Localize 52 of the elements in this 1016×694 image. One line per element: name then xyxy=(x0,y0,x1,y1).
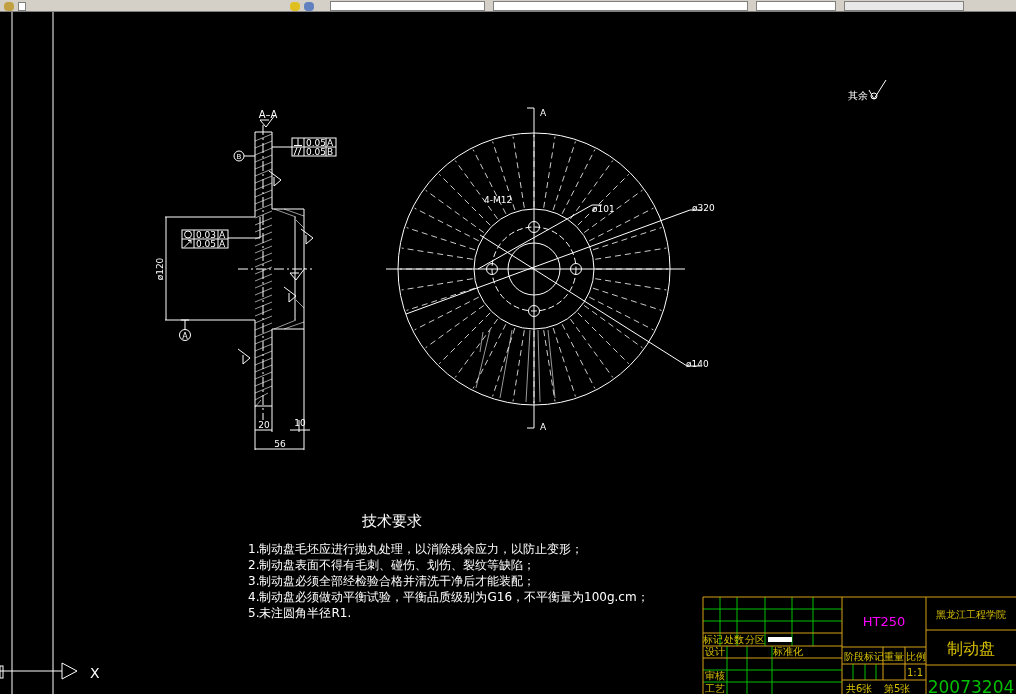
title-block-label: 阶段标记 xyxy=(844,651,884,662)
material-label: HT250 xyxy=(862,614,906,629)
section-mark-letter: A xyxy=(540,422,547,432)
lineweight-dropdown[interactable] xyxy=(756,1,836,11)
plotstyle-dropdown[interactable] xyxy=(844,1,964,11)
title-block-label: 标准化 xyxy=(773,646,803,657)
tolerance-value: 0.05 xyxy=(306,147,327,157)
datum-letter: B xyxy=(327,147,334,157)
drawing-number: 20073204 xyxy=(927,677,1015,694)
toolbar-page-icon[interactable] xyxy=(18,2,26,11)
requirement-text: 2.制动盘表面不得有毛刺、碰伤、划伤、裂纹等缺陷； xyxy=(248,558,536,572)
dimension-label: 10 xyxy=(294,418,306,428)
tolerance-value: 0.05 xyxy=(306,138,327,148)
section-title: A–A xyxy=(258,109,278,120)
dimension-label: ø320 xyxy=(692,203,715,213)
datum-letter: A xyxy=(219,239,226,249)
title-block-label: 重量 xyxy=(884,651,904,662)
requirement-text: 1.制动盘毛坯应进行抛丸处理，以消除残余应力，以防止变形； xyxy=(248,542,584,556)
requirements-title: 技术要求 xyxy=(362,512,422,530)
tolerance-value: 0.05 xyxy=(196,239,217,249)
title-block-label: 工艺 xyxy=(705,683,725,694)
title-block-label: 比例 xyxy=(906,651,926,662)
roughness-symbol-icon xyxy=(868,79,887,100)
school-name: 黑龙江工程学院 xyxy=(936,609,1006,620)
title-block-label: 处数 xyxy=(724,634,744,645)
sheet-count: 共6张 xyxy=(846,683,873,694)
tolerance-value: 0.03 xyxy=(196,230,217,240)
datum-letter: A xyxy=(182,331,188,341)
section-mark-letter: A xyxy=(540,108,547,118)
dimension-label: 20 xyxy=(258,420,270,430)
sheet-number: 第5张 xyxy=(884,683,911,694)
dimension-label: 56 xyxy=(274,439,286,449)
dimension-label: ø101 xyxy=(592,204,615,214)
dimension-label: ø120 xyxy=(155,257,165,281)
linetype-dropdown[interactable] xyxy=(493,1,748,11)
datum-letter: A xyxy=(327,138,334,148)
title-block-label: 标记 xyxy=(703,634,723,645)
roughness-note: 其余 xyxy=(848,90,868,101)
title-block-label: 分区 xyxy=(745,634,765,645)
datum-letter: A xyxy=(219,230,226,240)
scale-value: 1:1 xyxy=(906,667,924,678)
hole-note: 4-M12 xyxy=(484,195,513,205)
title-block-label: 审核 xyxy=(705,670,725,681)
requirement-text: 3.制动盘必须全部经检验合格并清洗干净后才能装配； xyxy=(248,574,536,588)
requirement-text: 4.制动盘必须做动平衡试验，平衡品质级别为G16，不平衡量为100g.cm； xyxy=(248,590,649,604)
layer-dropdown[interactable] xyxy=(330,1,485,11)
signature-blank xyxy=(768,637,792,642)
requirement-text: 5.未注圆角半径R1. xyxy=(248,606,352,620)
axis-label: X xyxy=(90,665,100,681)
part-name: 制动盘 xyxy=(947,639,995,658)
dimension-label: ø140 xyxy=(686,359,709,369)
title-block-label: 设计 xyxy=(705,646,725,657)
